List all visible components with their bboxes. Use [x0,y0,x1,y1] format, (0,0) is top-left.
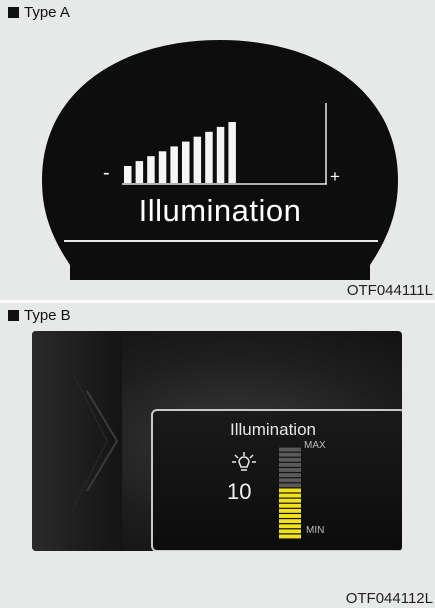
lamp-icon [232,452,256,471]
level-bar-segment [279,514,301,518]
level-bar-segment [228,122,236,183]
level-bar-segment [279,457,301,462]
type-b-heading-text: Type B [24,307,71,324]
level-bar-segment [279,503,301,508]
level-bar-segment [279,452,301,457]
figure-code: OTF044112L [345,590,433,607]
level-bar-segment [279,534,301,539]
min-label: MIN [306,525,325,536]
illumination-title: Illumination [230,420,316,439]
level-bar-segment [135,161,144,183]
level-bar-segment [182,141,190,183]
level-bar [279,447,301,539]
level-bar-segment [279,483,301,488]
type-a-heading-text: Type A [24,4,70,21]
level-bar-segment [279,529,301,534]
level-bar-segment [279,508,301,513]
square-bullet-icon [8,7,19,18]
type-a-heading: Type A [8,4,70,21]
minus-symbol: - [103,162,110,184]
level-bar-segment [279,462,301,467]
max-label: MAX [304,440,326,451]
level-bar-segment [279,524,301,529]
illumination-title: Illumination [138,193,302,228]
type-b-cluster: Illumination 10 MAX MIN [32,331,402,551]
type-a-display: - + Illumination [42,40,398,280]
level-bar-segment [279,493,301,498]
level-bar-segment [124,166,132,183]
bezel-edge-graphic [71,370,119,512]
level-bar-segment [193,136,202,183]
level-bar-segment [279,468,301,472]
level-bar-segment [147,156,155,183]
square-bullet-icon [8,310,19,321]
level-bar-segment [279,488,301,493]
level-bar-segment [158,151,167,183]
level-bar-segment [279,473,301,478]
type-a-display-graphic: - + [42,40,398,280]
illumination-screen: Illumination 10 MAX MIN [151,409,402,551]
level-bar-segment [279,447,301,452]
level-bar-segment [216,126,225,183]
level-bar-segment [170,146,178,183]
illumination-level-value: 10 [227,479,252,504]
level-bar-segment [205,131,213,183]
type-b-heading: Type B [8,307,71,324]
level-bar-segment [279,519,301,524]
type-b-panel: Type B Illumination 10 MAX MIN OTF044112… [0,303,435,608]
cluster-left-bezel [32,331,122,551]
level-bar-segment [279,478,301,483]
level-bar-segment [279,498,301,503]
plus-symbol: + [330,167,340,186]
figure-code: OTF044111L [346,282,433,299]
type-a-panel: Type A - + Illumination OTF044111L [0,0,435,300]
